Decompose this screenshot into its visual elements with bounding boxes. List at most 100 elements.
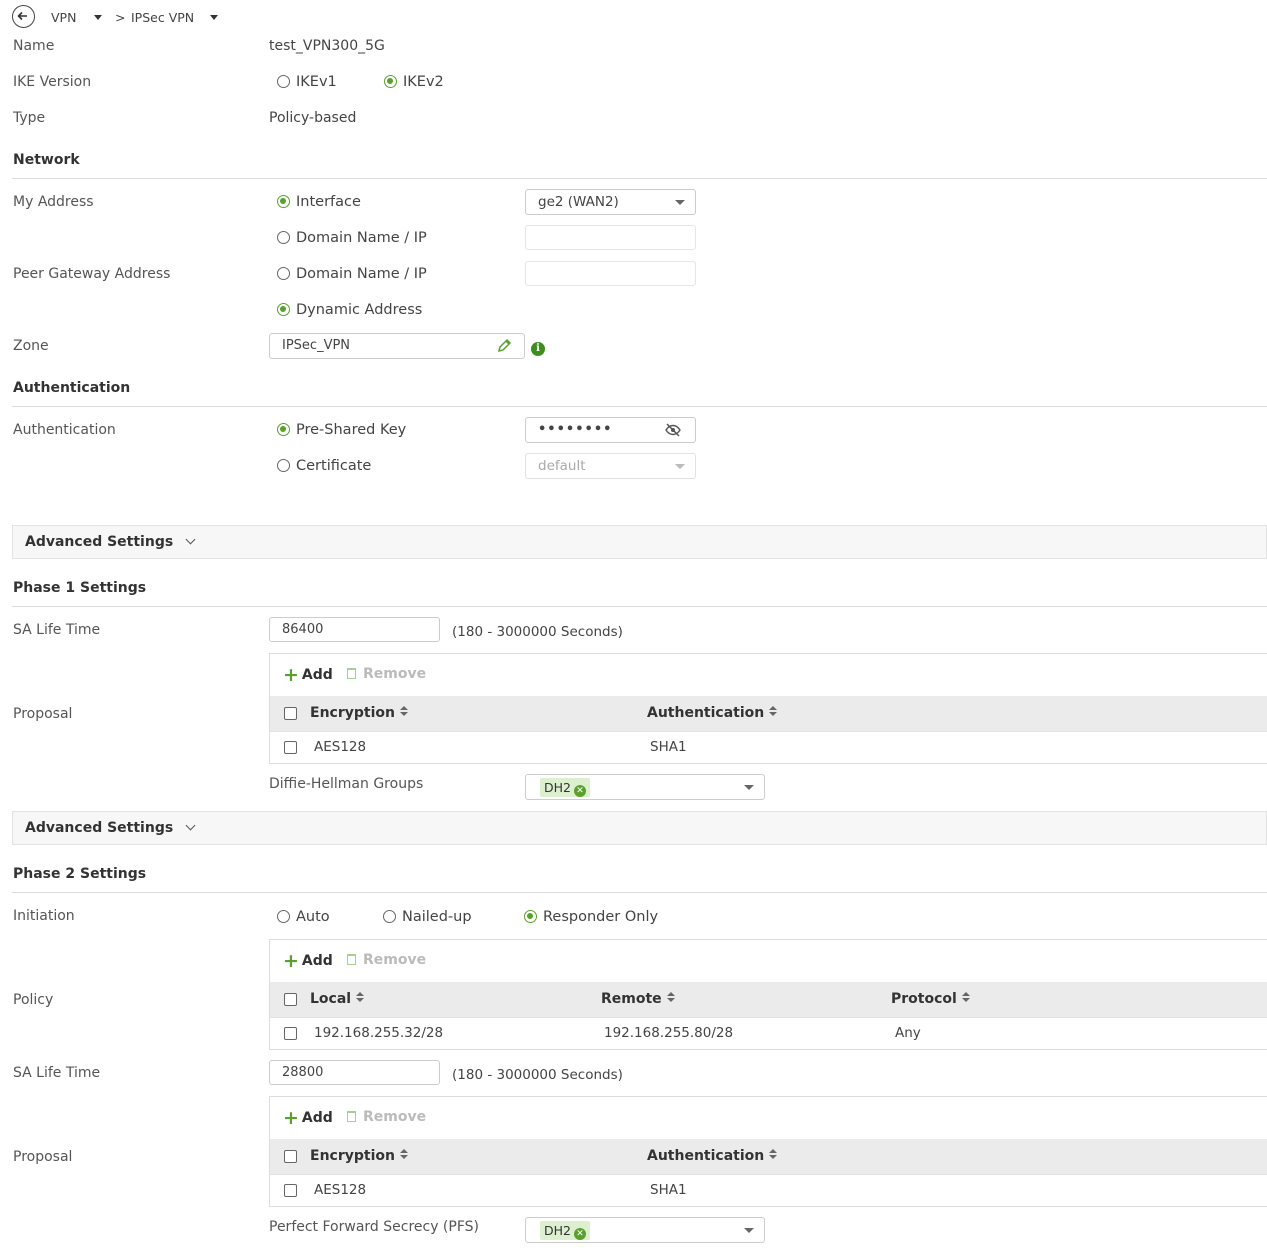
column-encryption[interactable]: Encryption bbox=[310, 705, 408, 721]
breadcrumb-ipsec[interactable]: IPSec VPN bbox=[131, 10, 219, 25]
select-all-checkbox[interactable] bbox=[284, 1150, 297, 1163]
caret-down-icon bbox=[744, 785, 754, 790]
sort-icon bbox=[399, 706, 408, 718]
remove-button[interactable]: Remove bbox=[347, 666, 426, 682]
remove-tag-icon[interactable]: ✕ bbox=[573, 1228, 586, 1240]
row-checkbox[interactable] bbox=[284, 741, 297, 754]
divider bbox=[12, 606, 1267, 607]
type-value: Policy-based bbox=[269, 110, 357, 126]
row-encryption: AES128 bbox=[314, 1182, 367, 1198]
breadcrumb-vpn[interactable]: VPN bbox=[51, 10, 103, 25]
row-encryption: AES128 bbox=[314, 739, 367, 755]
radio-checked-icon bbox=[524, 910, 537, 923]
advanced-settings-toggle-1[interactable]: Advanced Settings bbox=[12, 525, 1267, 559]
psk-input[interactable]: •••••••• bbox=[525, 417, 696, 443]
back-button[interactable] bbox=[12, 5, 35, 28]
my-domain-input[interactable] bbox=[525, 225, 696, 250]
phase2-policy-table: + Add Remove Local Remote Protocol 192.16… bbox=[269, 939, 1267, 1050]
table-row[interactable]: AES128 SHA1 bbox=[270, 731, 1267, 763]
row-checkbox[interactable] bbox=[284, 1027, 297, 1040]
dynamic-address-radio[interactable]: Dynamic Address bbox=[277, 302, 422, 318]
initiation-nailed-radio[interactable]: Nailed-up bbox=[383, 909, 472, 925]
initiation-label: Initiation bbox=[13, 908, 75, 924]
chevron-down-icon bbox=[94, 15, 103, 20]
select-all-checkbox[interactable] bbox=[284, 993, 297, 1006]
phase1-sa-life-label: SA Life Time bbox=[13, 622, 101, 638]
pencil-icon[interactable] bbox=[496, 338, 512, 354]
table-header: Local Remote Protocol bbox=[270, 982, 1267, 1017]
dh-groups-label: Diffie-Hellman Groups bbox=[269, 776, 424, 792]
row-checkbox[interactable] bbox=[284, 1184, 297, 1197]
certificate-select-value: default bbox=[538, 458, 586, 474]
certificate-radio[interactable]: Certificate bbox=[277, 458, 371, 474]
radio-checked-icon bbox=[384, 75, 397, 88]
sort-icon bbox=[961, 992, 970, 1004]
column-authentication[interactable]: Authentication bbox=[647, 705, 778, 721]
phase2-sa-life-label: SA Life Time bbox=[13, 1065, 101, 1081]
remove-button[interactable]: Remove bbox=[347, 952, 426, 968]
table-toolbar: + Add Remove bbox=[270, 1097, 1267, 1139]
ike-v1-radio[interactable]: IKEv1 bbox=[277, 74, 337, 90]
psk-label: Pre-Shared Key bbox=[296, 422, 407, 438]
dh-groups-select[interactable]: DH2 ✕ bbox=[525, 774, 765, 800]
interface-radio[interactable]: Interface bbox=[277, 194, 361, 210]
advanced-settings-toggle-2[interactable]: Advanced Settings bbox=[12, 811, 1267, 845]
my-domain-radio[interactable]: Domain Name / IP bbox=[277, 230, 427, 246]
column-authentication-label: Authentication bbox=[647, 1148, 765, 1164]
table-toolbar: + Add Remove bbox=[270, 940, 1267, 982]
radio-icon bbox=[383, 910, 396, 923]
sort-icon bbox=[769, 1149, 778, 1161]
pfs-label: Perfect Forward Secrecy (PFS) bbox=[269, 1219, 479, 1235]
column-remote[interactable]: Remote bbox=[601, 991, 675, 1007]
certificate-select[interactable]: default bbox=[525, 453, 696, 479]
column-encryption[interactable]: Encryption bbox=[310, 1148, 408, 1164]
phase2-sa-life-input[interactable]: 28800 bbox=[269, 1060, 440, 1085]
table-header: Encryption Authentication bbox=[270, 1139, 1267, 1174]
phase1-section-title: Phase 1 Settings bbox=[13, 580, 147, 596]
peer-domain-input[interactable] bbox=[525, 261, 696, 286]
column-remote-label: Remote bbox=[601, 991, 662, 1007]
psk-radio[interactable]: Pre-Shared Key bbox=[277, 422, 406, 438]
trash-icon bbox=[347, 668, 356, 679]
caret-down-icon bbox=[744, 1228, 754, 1233]
info-icon[interactable]: i bbox=[531, 342, 545, 356]
column-protocol[interactable]: Protocol bbox=[891, 991, 970, 1007]
interface-select[interactable]: ge2 (WAN2) bbox=[525, 189, 696, 215]
initiation-auto-radio[interactable]: Auto bbox=[277, 909, 330, 925]
policy-label: Policy bbox=[13, 992, 54, 1008]
add-button[interactable]: + Add bbox=[283, 950, 333, 972]
table-row[interactable]: AES128 SHA1 bbox=[270, 1174, 1267, 1206]
remove-tag-icon[interactable]: ✕ bbox=[573, 785, 586, 797]
dh-tag-label: DH2 bbox=[544, 780, 571, 795]
peer-gateway-label: Peer Gateway Address bbox=[13, 266, 171, 282]
pfs-select[interactable]: DH2 ✕ bbox=[525, 1217, 765, 1243]
network-section-title: Network bbox=[13, 152, 80, 168]
select-all-checkbox[interactable] bbox=[284, 707, 297, 720]
dh-tag: DH2 ✕ bbox=[540, 778, 590, 797]
initiation-auto-label: Auto bbox=[296, 909, 330, 925]
eye-hidden-icon[interactable] bbox=[665, 423, 681, 437]
column-authentication[interactable]: Authentication bbox=[647, 1148, 778, 1164]
phase1-sa-life-value: 86400 bbox=[282, 622, 324, 637]
phase2-sa-life-value: 28800 bbox=[282, 1065, 324, 1080]
authentication-label: Authentication bbox=[13, 422, 116, 438]
radio-icon bbox=[277, 910, 290, 923]
initiation-responder-radio[interactable]: Responder Only bbox=[524, 909, 658, 925]
table-row[interactable]: 192.168.255.32/28 192.168.255.80/28 Any bbox=[270, 1017, 1267, 1049]
certificate-label: Certificate bbox=[296, 458, 372, 474]
column-encryption-label: Encryption bbox=[310, 705, 395, 721]
column-local[interactable]: Local bbox=[310, 991, 365, 1007]
chevron-down-icon bbox=[185, 534, 196, 545]
add-button[interactable]: + Add bbox=[283, 1107, 333, 1129]
phase2-section-title: Phase 2 Settings bbox=[13, 866, 147, 882]
plus-icon: + bbox=[283, 1107, 299, 1129]
add-button[interactable]: + Add bbox=[283, 664, 333, 686]
radio-icon bbox=[277, 75, 290, 88]
chevron-down-icon bbox=[210, 15, 219, 20]
ike-v2-radio[interactable]: IKEv2 bbox=[384, 74, 444, 90]
peer-domain-radio[interactable]: Domain Name / IP bbox=[277, 266, 427, 282]
zone-input[interactable]: IPSec_VPN bbox=[269, 333, 525, 359]
remove-button[interactable]: Remove bbox=[347, 1109, 426, 1125]
phase1-sa-life-input[interactable]: 86400 bbox=[269, 617, 440, 642]
plus-icon: + bbox=[283, 950, 299, 972]
